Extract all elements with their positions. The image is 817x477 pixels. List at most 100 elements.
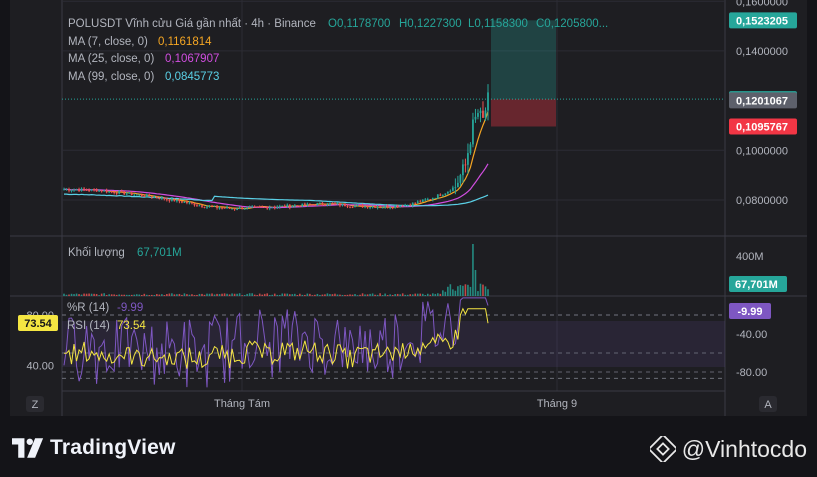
candle-body <box>283 205 286 207</box>
candle-body <box>376 207 379 209</box>
volume-bar <box>394 294 396 296</box>
volume-bar <box>198 293 201 296</box>
volume-bar <box>256 295 258 296</box>
volume-bar <box>125 294 128 296</box>
candle-body <box>311 204 314 206</box>
volume-bar <box>183 293 186 296</box>
candle-body <box>419 201 422 203</box>
candle-body <box>258 206 261 208</box>
candle-body <box>261 206 264 208</box>
volume-bar <box>258 293 261 296</box>
candle-body <box>324 204 326 206</box>
volume-bar <box>261 294 264 296</box>
volume-bar <box>454 290 457 296</box>
candle-body <box>399 205 402 207</box>
candle-body <box>276 206 279 208</box>
volume-bar <box>439 293 442 296</box>
candle-body <box>401 205 404 207</box>
volume-bar <box>68 294 70 296</box>
volume-bar <box>73 294 75 296</box>
volume-bar <box>278 294 281 296</box>
volume-bar <box>286 293 289 296</box>
volume-bar <box>243 295 246 296</box>
volume-bar <box>266 293 269 296</box>
volume-bar <box>389 294 391 296</box>
candle-body <box>456 182 459 188</box>
volume-bar <box>444 291 447 296</box>
candle-body <box>266 207 269 209</box>
volume-bar <box>196 294 198 296</box>
volume-bar <box>344 294 346 296</box>
candle-body <box>123 191 126 195</box>
candle-body <box>446 191 449 194</box>
volume-bar <box>296 295 299 296</box>
candle-body <box>409 204 412 206</box>
candle-body <box>326 204 329 206</box>
candle-body <box>75 189 78 191</box>
candle-body <box>356 205 359 207</box>
candle-body <box>268 207 271 209</box>
volume-bar <box>354 294 356 296</box>
volume-bar <box>145 294 148 296</box>
volume-bar <box>399 294 401 296</box>
candle-body <box>431 198 434 200</box>
candle-body <box>316 203 319 206</box>
candle-body <box>336 203 339 205</box>
volume-bar <box>110 294 113 296</box>
candle-body <box>351 206 354 208</box>
candle-body <box>160 197 163 199</box>
volume-bar <box>168 293 171 296</box>
volume-bar <box>173 294 176 296</box>
position-tool[interactable] <box>491 20 556 127</box>
rsi-tag-label: 73.54 <box>24 318 52 330</box>
volume-tag-label: 67,701M <box>735 279 778 291</box>
candle-body <box>339 203 341 206</box>
volume-bar <box>201 293 203 296</box>
chart-frame: 0,1600000 0,1400000 0,1000000 0,0800000 400… <box>10 0 807 416</box>
candle-body <box>246 207 249 209</box>
volume-bar <box>171 293 173 296</box>
volume-bar <box>309 293 311 296</box>
volume-bar <box>75 293 78 296</box>
candle-body <box>218 207 221 209</box>
volume-bar <box>268 295 271 296</box>
candle-body <box>183 201 186 203</box>
volume-bar <box>319 294 321 296</box>
volume-bar <box>416 293 419 296</box>
candle-body <box>298 205 301 207</box>
candle-body <box>308 203 311 205</box>
candle-body <box>256 206 259 208</box>
candle-body <box>103 190 106 192</box>
candle-body <box>451 187 454 191</box>
candle-body <box>439 194 442 196</box>
candle-body <box>110 191 113 193</box>
volume-bar <box>361 293 364 296</box>
candle-body <box>130 192 133 196</box>
candle-body <box>474 116 477 120</box>
volume-bar <box>479 283 482 296</box>
volume-bar <box>391 294 394 296</box>
candle-body <box>369 207 371 209</box>
volume-bar <box>304 294 306 296</box>
volume-bar <box>188 294 191 296</box>
volume-bar <box>251 293 253 296</box>
volume-bar <box>135 294 138 296</box>
candle-body <box>186 201 188 204</box>
volume-bar <box>384 293 386 296</box>
candle-body <box>238 207 241 209</box>
candle-body <box>421 199 424 202</box>
volume-bar <box>449 284 452 296</box>
volume-bar <box>324 294 326 296</box>
candle-body <box>188 202 191 204</box>
volume-bar <box>469 286 472 296</box>
volume-bar <box>467 284 469 296</box>
ma7-label: MA (7, close, 0) <box>68 36 148 48</box>
candle-body <box>449 190 452 192</box>
volume-bar <box>381 295 384 296</box>
candle-body <box>95 189 98 192</box>
rsi-value: 73.54 <box>117 320 146 332</box>
volume-bar <box>218 294 221 296</box>
volume-bar <box>404 294 407 296</box>
candle-body <box>83 188 85 190</box>
candle-body <box>98 190 101 192</box>
